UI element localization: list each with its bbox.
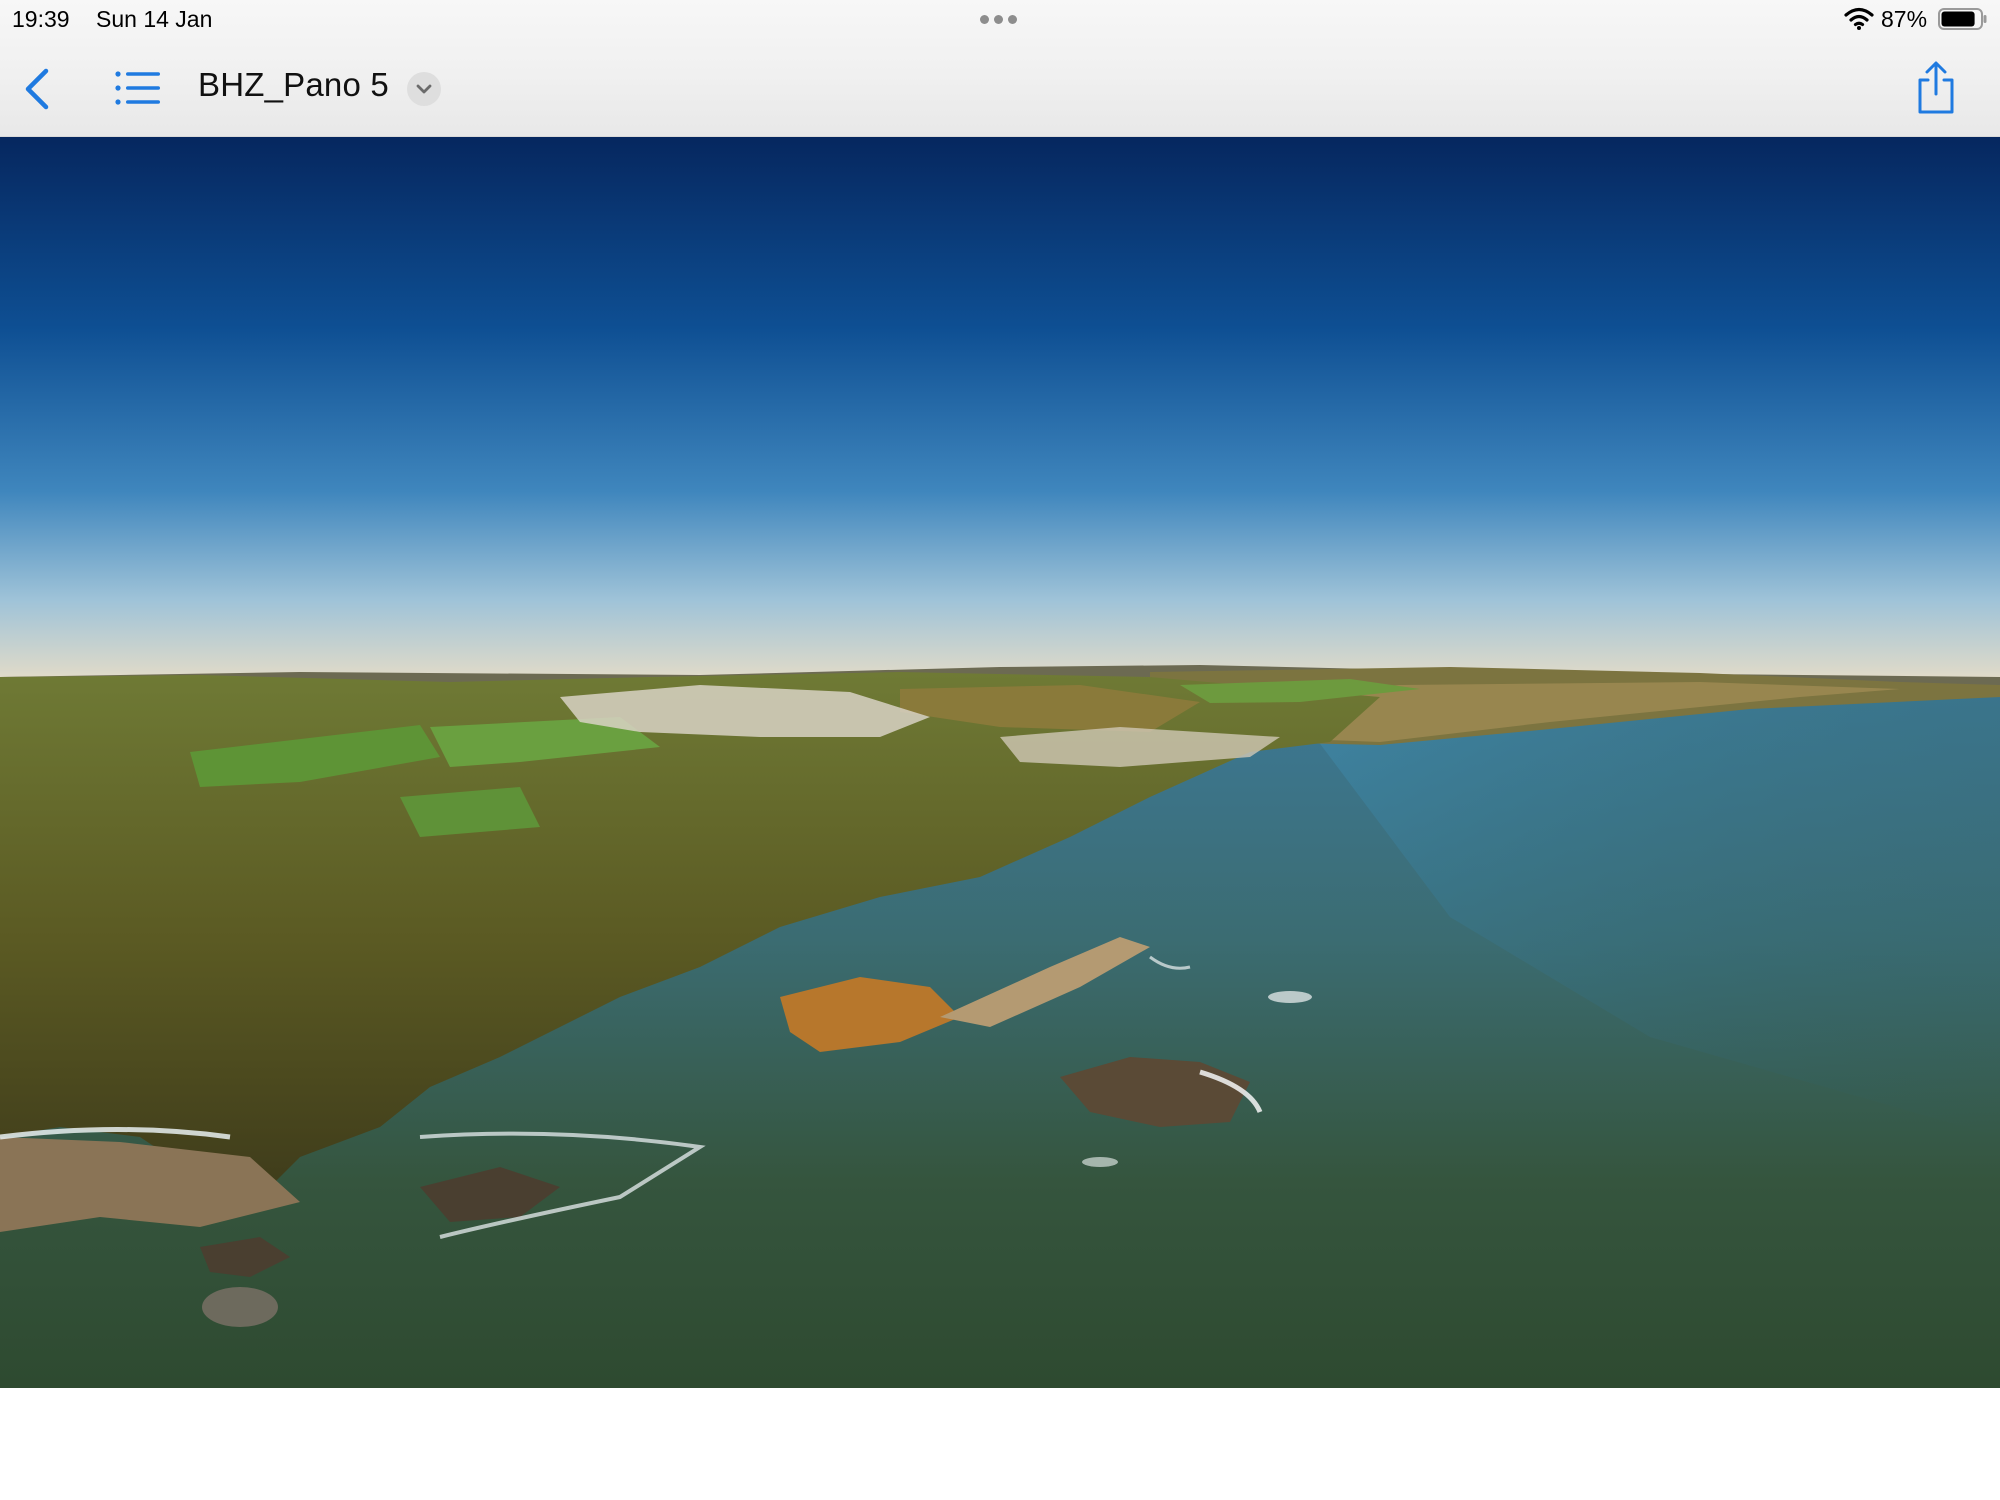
document-title[interactable]: BHZ_Pano 5 bbox=[198, 66, 389, 104]
bottom-blank-area bbox=[0, 1388, 2000, 1500]
battery-icon bbox=[1938, 8, 1987, 30]
share-icon bbox=[1918, 61, 1954, 114]
share-button[interactable] bbox=[1914, 60, 1958, 116]
wifi-icon bbox=[1844, 7, 1874, 30]
status-date: Sun 14 Jan bbox=[96, 6, 213, 32]
multitasking-dots-icon[interactable] bbox=[978, 15, 1022, 27]
back-button[interactable] bbox=[18, 64, 58, 114]
panorama-photo bbox=[0, 137, 2000, 1388]
status-time: 19:39 bbox=[12, 6, 70, 32]
list-icon bbox=[115, 71, 160, 105]
battery-percent: 87% bbox=[1881, 6, 1928, 32]
list-button[interactable] bbox=[114, 68, 162, 108]
top-toolbar: 19:39 Sun 14 Jan 87% BHZ_Pano 5 bbox=[0, 0, 2000, 137]
title-menu-button[interactable] bbox=[407, 72, 441, 106]
chevron-down-icon bbox=[416, 84, 432, 94]
